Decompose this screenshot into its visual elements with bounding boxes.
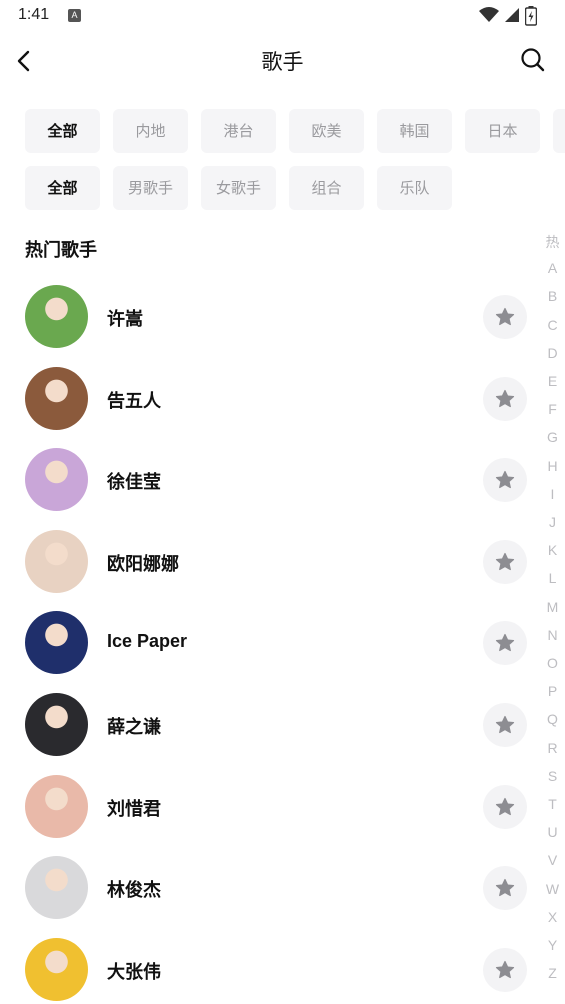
index-letter[interactable]: O <box>540 655 565 671</box>
artist-row[interactable]: 林俊杰 <box>0 856 540 920</box>
index-letter[interactable]: V <box>540 852 565 868</box>
type-filter-chip[interactable]: 男歌手 <box>113 166 188 210</box>
follow-button[interactable] <box>483 866 527 911</box>
artist-name: 欧阳娜娜 <box>107 553 179 575</box>
follow-button[interactable] <box>483 703 527 747</box>
page-title: 歌手 <box>261 50 304 74</box>
star-icon <box>495 307 515 326</box>
index-letter[interactable]: T <box>540 796 565 812</box>
artist-name: Ice Paper <box>107 631 188 652</box>
type-filter-chip[interactable]: 女歌手 <box>201 166 276 210</box>
artist-avatar[interactable] <box>25 856 88 920</box>
index-letter[interactable]: L <box>540 570 565 586</box>
artist-avatar[interactable] <box>25 366 88 430</box>
artist-row[interactable]: 刘惜君 <box>0 774 540 839</box>
index-letter[interactable]: Y <box>540 937 565 953</box>
follow-button[interactable] <box>483 295 527 339</box>
notification-icon: A <box>68 9 81 22</box>
artist-avatar[interactable] <box>25 448 88 512</box>
index-letter[interactable]: F <box>540 401 565 417</box>
artist-avatar[interactable] <box>25 285 88 348</box>
search-icon <box>521 48 545 72</box>
region-filter-chip[interactable]: 日本 <box>465 109 540 153</box>
artist-row[interactable]: 大张伟 <box>0 937 540 1002</box>
type-filter-chip[interactable]: 组合 <box>289 166 364 210</box>
index-letter[interactable]: W <box>540 881 565 897</box>
index-letter[interactable]: U <box>540 824 565 840</box>
index-letter[interactable]: G <box>540 429 565 445</box>
index-letter[interactable]: I <box>540 486 565 502</box>
artist-name: 林俊杰 <box>107 880 161 902</box>
artist-row[interactable]: 徐佳莹 <box>0 448 540 512</box>
section-title: 热门歌手 <box>25 240 97 261</box>
index-letter[interactable]: R <box>540 740 565 756</box>
index-letter[interactable]: H <box>540 458 565 474</box>
artist-avatar[interactable] <box>25 774 88 838</box>
star-icon <box>495 471 515 489</box>
artist-row[interactable]: 许嵩 <box>0 285 540 349</box>
artist-row[interactable]: 薛之谦 <box>0 693 540 757</box>
index-letter[interactable]: E <box>540 373 565 389</box>
index-letter[interactable]: Q <box>540 711 565 727</box>
status-icons <box>479 6 549 26</box>
region-filter-chip-more[interactable] <box>553 109 565 153</box>
star-icon <box>495 960 515 978</box>
artist-name: 刘惜君 <box>107 798 161 820</box>
index-letter[interactable]: C <box>540 317 565 333</box>
index-letter[interactable]: J <box>540 514 565 530</box>
index-letter[interactable]: B <box>540 288 565 304</box>
index-letter[interactable]: P <box>540 683 565 699</box>
star-icon <box>495 879 515 897</box>
index-letter[interactable]: D <box>540 345 565 361</box>
star-icon <box>495 634 515 652</box>
index-letter[interactable]: N <box>540 627 565 643</box>
region-filter-row: 全部 内地 港台 欧美 韩国 日本 <box>25 109 565 153</box>
search-button[interactable] <box>519 46 547 74</box>
artist-name: 告五人 <box>107 390 161 412</box>
region-filter-chip[interactable]: 内地 <box>113 109 188 153</box>
artist-avatar[interactable] <box>25 611 88 675</box>
star-icon <box>495 797 515 815</box>
follow-button[interactable] <box>483 947 527 992</box>
index-letter[interactable]: M <box>540 599 565 615</box>
artist-avatar[interactable] <box>25 693 88 756</box>
follow-button[interactable] <box>483 784 527 829</box>
index-letter[interactable]: X <box>540 909 565 925</box>
index-letter[interactable]: 热 <box>540 232 565 252</box>
follow-button[interactable] <box>483 621 527 666</box>
follow-button[interactable] <box>483 458 527 503</box>
region-filter-chip[interactable]: 欧美 <box>289 109 364 153</box>
index-letter[interactable]: Z <box>540 965 565 981</box>
artist-row[interactable]: 告五人 <box>0 366 540 431</box>
status-bar: 1:41 A <box>0 0 565 32</box>
artist-row[interactable]: 欧阳娜娜 <box>0 529 540 594</box>
status-time: 1:41 <box>18 6 50 23</box>
region-filter-chip[interactable]: 全部 <box>25 109 100 153</box>
type-filter-chip[interactable]: 乐队 <box>377 166 452 210</box>
region-filter-chip[interactable]: 港台 <box>201 109 276 153</box>
region-filter-chip[interactable]: 韩国 <box>377 109 452 153</box>
artist-row[interactable]: Ice Paper <box>0 611 540 675</box>
index-letter[interactable]: A <box>540 260 565 276</box>
star-icon <box>495 715 515 734</box>
index-letter[interactable]: S <box>540 768 565 784</box>
follow-button[interactable] <box>483 376 527 421</box>
follow-button[interactable] <box>483 539 527 584</box>
star-icon <box>495 552 515 570</box>
index-letter[interactable]: K <box>540 542 565 558</box>
type-filter-row: 全部 男歌手 女歌手 组合 乐队 <box>25 166 565 210</box>
type-filter-chip[interactable]: 全部 <box>25 166 100 210</box>
star-icon <box>495 389 515 407</box>
wifi-icon <box>479 7 499 22</box>
artist-avatar[interactable] <box>25 937 88 1001</box>
battery-charging-icon <box>525 6 537 26</box>
artist-name: 薛之谦 <box>107 717 161 738</box>
signal-icon <box>505 8 519 22</box>
artist-name: 大张伟 <box>107 961 161 983</box>
header: 歌手 <box>0 36 565 86</box>
artist-name: 徐佳莹 <box>107 472 161 494</box>
artist-avatar[interactable] <box>25 529 88 593</box>
artist-name: 许嵩 <box>107 309 143 330</box>
